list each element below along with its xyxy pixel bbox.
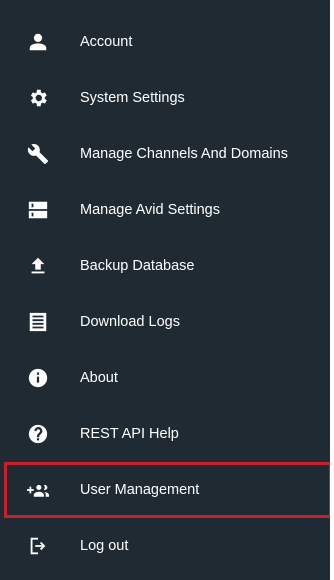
gear-icon bbox=[26, 86, 50, 110]
menu-item-backup-database[interactable]: Backup Database bbox=[0, 238, 334, 294]
upload-icon bbox=[26, 254, 50, 278]
menu-item-label: User Management bbox=[80, 482, 200, 498]
help-icon bbox=[26, 422, 50, 446]
menu-item-user-management[interactable]: User Management bbox=[4, 462, 332, 518]
logout-icon bbox=[26, 534, 50, 558]
menu-item-label: Account bbox=[80, 34, 133, 50]
menu-item-log-out[interactable]: Log out bbox=[0, 518, 334, 574]
menu-item-label: System Settings bbox=[80, 90, 185, 106]
menu-item-manage-channels[interactable]: Manage Channels And Domains bbox=[0, 126, 334, 182]
menu-item-label: Download Logs bbox=[80, 314, 180, 330]
menu-item-label: REST API Help bbox=[80, 426, 179, 442]
menu-item-label: Manage Avid Settings bbox=[80, 202, 220, 218]
wrench-icon bbox=[26, 142, 50, 166]
menu-item-about[interactable]: About bbox=[0, 350, 334, 406]
menu-item-label: About bbox=[80, 370, 118, 386]
menu-item-download-logs[interactable]: Download Logs bbox=[0, 294, 334, 350]
menu-item-label: Log out bbox=[80, 538, 129, 554]
menu-item-label: Manage Channels And Domains bbox=[80, 146, 288, 162]
add-group-icon bbox=[26, 478, 50, 502]
settings-menu: Account System Settings Manage Channels … bbox=[0, 0, 334, 580]
info-icon bbox=[26, 366, 50, 390]
menu-item-account[interactable]: Account bbox=[0, 14, 334, 70]
menu-item-manage-avid-settings[interactable]: Manage Avid Settings bbox=[0, 182, 334, 238]
document-list-icon bbox=[26, 310, 50, 334]
panel-edge bbox=[330, 0, 334, 580]
menu-item-label: Backup Database bbox=[80, 258, 195, 274]
server-icon bbox=[26, 198, 50, 222]
menu-item-rest-api-help[interactable]: REST API Help bbox=[0, 406, 334, 462]
person-icon bbox=[26, 30, 50, 54]
menu-item-system-settings[interactable]: System Settings bbox=[0, 70, 334, 126]
